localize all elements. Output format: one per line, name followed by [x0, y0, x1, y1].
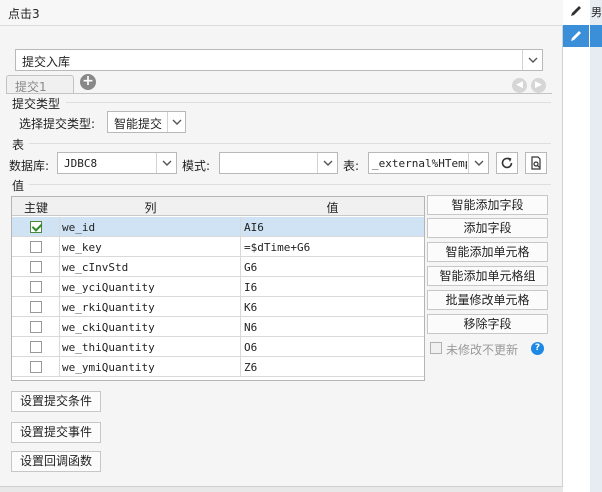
- submit-type-select[interactable]: 智能提交: [107, 111, 186, 133]
- row-value[interactable]: N6: [241, 317, 424, 337]
- help-icon[interactable]: ?: [531, 342, 544, 355]
- side-strip: 男: [590, 0, 602, 492]
- row-value[interactable]: I6: [241, 277, 424, 297]
- values-section-label: 值: [12, 179, 25, 193]
- set-submit-event-button[interactable]: 设置提交事件: [11, 422, 102, 443]
- footer-bar: [0, 486, 563, 492]
- schema-label: 模式:: [182, 159, 211, 173]
- primary-key-checkbox[interactable]: [30, 301, 42, 313]
- submit-mode-select[interactable]: 提交入库: [15, 49, 543, 71]
- submit-mode-value: 提交入库: [22, 55, 71, 69]
- smart-add-cell-group-button[interactable]: 智能添加单元格组: [427, 266, 548, 286]
- primary-key-checkbox[interactable]: [30, 341, 42, 353]
- database-value: JDBC8: [64, 157, 98, 170]
- pencil-icon: [571, 31, 581, 41]
- submit-type-value: 智能提交: [114, 117, 163, 131]
- row-value[interactable]: =$dTime+G6: [241, 237, 424, 257]
- add-field-button[interactable]: 添加字段: [427, 218, 548, 238]
- chevron-down-icon: [317, 153, 337, 173]
- field-mapping-grid: 主键 列 值 we_id AI6 we_key =$dTime+G6 we_cI…: [11, 196, 425, 381]
- table-select[interactable]: _external%HTemp: [368, 152, 489, 174]
- row-value[interactable]: G6: [241, 257, 424, 277]
- table-row[interactable]: we_yciQuantity I6: [12, 277, 424, 297]
- section-divider: [29, 184, 551, 185]
- table-row[interactable]: we_key =$dTime+G6: [12, 237, 424, 257]
- table-section-label: 表: [12, 138, 25, 152]
- chevron-down-icon: [522, 50, 542, 70]
- unmodified-no-update-checkbox[interactable]: [430, 342, 442, 354]
- side-strip-highlight: [590, 25, 602, 47]
- remove-field-button[interactable]: 移除字段: [427, 314, 548, 334]
- header-primary-key: 主键: [23, 201, 48, 215]
- set-submit-condition-button[interactable]: 设置提交条件: [11, 391, 102, 412]
- side-strip-text: 男: [591, 6, 602, 19]
- table-row[interactable]: we_cInvStd G6: [12, 257, 424, 277]
- edit-pencil-active-button[interactable]: [563, 25, 589, 47]
- chevron-down-icon: [167, 112, 185, 132]
- header-column: 列: [144, 201, 157, 215]
- submit-type-label: 选择提交类型:: [19, 117, 96, 131]
- row-column-name: we_key: [60, 237, 241, 257]
- document-search-icon: [531, 156, 541, 170]
- row-column-name: we_ckiQuantity: [60, 317, 241, 337]
- submit-type-section-label: 提交类型: [12, 97, 61, 111]
- primary-key-checkbox[interactable]: [30, 281, 42, 293]
- panel-title: 点击3: [8, 7, 40, 21]
- header-value: 值: [326, 201, 339, 215]
- smart-add-field-button[interactable]: 智能添加字段: [427, 195, 548, 215]
- tab-prev-icon[interactable]: ◀: [512, 78, 527, 93]
- schema-select[interactable]: [219, 152, 338, 174]
- table-row[interactable]: we_thiQuantity O6: [12, 337, 424, 357]
- set-callback-function-button[interactable]: 设置回调函数: [11, 451, 102, 472]
- tab-next-icon[interactable]: ▶: [531, 78, 546, 93]
- row-column-name: we_cInvStd: [60, 257, 241, 277]
- row-value[interactable]: O6: [241, 337, 424, 357]
- table-row[interactable]: we_id AI6: [12, 217, 424, 237]
- section-divider: [29, 143, 551, 144]
- unmodified-no-update-label: 未修改不更新: [446, 343, 519, 357]
- section-divider: [66, 102, 551, 103]
- table-row[interactable]: we_ckiQuantity N6: [12, 317, 424, 337]
- database-label: 数据库:: [9, 159, 50, 173]
- row-column-name: we_id: [60, 217, 241, 237]
- primary-key-checkbox[interactable]: [30, 241, 42, 253]
- row-value[interactable]: AI6: [241, 217, 424, 237]
- add-tab-plus-icon[interactable]: +: [80, 74, 96, 90]
- right-side-toolbar: 男: [563, 0, 602, 492]
- table-row[interactable]: we_ymiQuantity Z6: [12, 357, 424, 377]
- chevron-down-icon: [468, 153, 488, 173]
- tab-strip-line: [6, 93, 552, 94]
- refresh-icon: [501, 157, 513, 169]
- grid-header: 主键 列 值: [12, 197, 424, 216]
- tab-submit-1[interactable]: 提交1: [6, 75, 74, 94]
- primary-key-checkbox[interactable]: [30, 221, 42, 233]
- row-column-name: we_yciQuantity: [60, 277, 241, 297]
- row-column-name: we_thiQuantity: [60, 337, 241, 357]
- row-column-name: we_ymiQuantity: [60, 357, 241, 377]
- edit-pencil-button[interactable]: [563, 0, 589, 22]
- row-value[interactable]: Z6: [241, 357, 424, 377]
- primary-key-checkbox[interactable]: [30, 261, 42, 273]
- smart-add-cell-button[interactable]: 智能添加单元格: [427, 242, 548, 262]
- preview-button[interactable]: [525, 152, 547, 174]
- batch-modify-cell-button[interactable]: 批量修改单元格: [427, 290, 548, 310]
- table-value: _external%HTemp: [372, 157, 467, 170]
- refresh-button[interactable]: [496, 152, 518, 174]
- table-row[interactable]: we_rkiQuantity K6: [12, 297, 424, 317]
- row-column-name: we_rkiQuantity: [60, 297, 241, 317]
- database-select[interactable]: JDBC8: [57, 152, 177, 174]
- primary-key-checkbox[interactable]: [30, 321, 42, 333]
- title-bar: 点击3: [0, 0, 563, 26]
- pencil-icon: [571, 6, 581, 16]
- tab-label: 提交1: [15, 80, 47, 94]
- chevron-down-icon: [156, 153, 176, 173]
- table-label: 表:: [343, 159, 360, 173]
- primary-key-checkbox[interactable]: [30, 361, 42, 373]
- row-value[interactable]: K6: [241, 297, 424, 317]
